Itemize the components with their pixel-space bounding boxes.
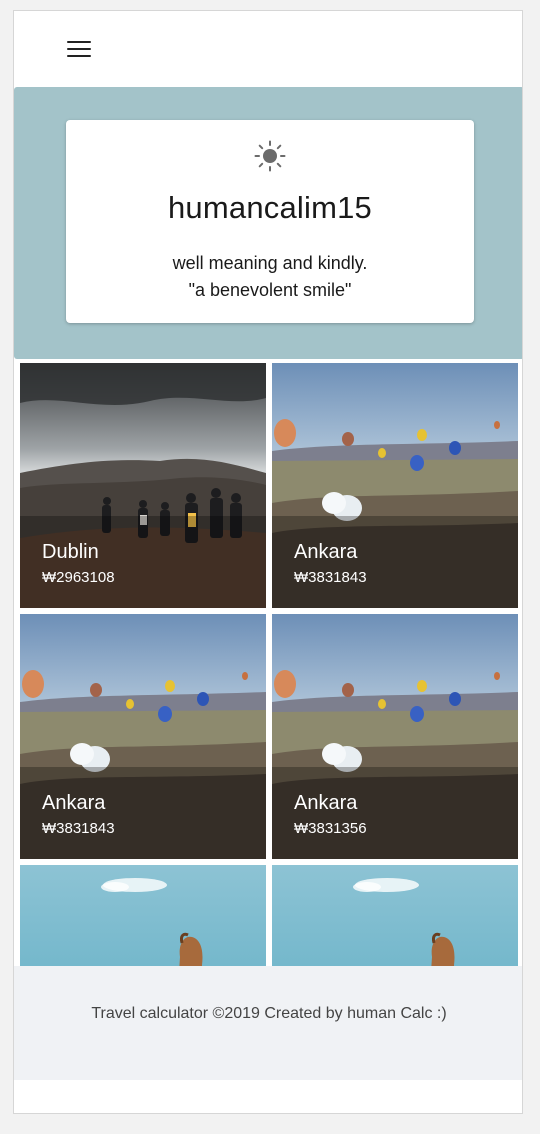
destination-card-ankara[interactable]: Ankara ₩3831843 (20, 614, 266, 859)
page-footer: Travel calculator ©2019 Created by human… (14, 966, 522, 1080)
destination-photo (20, 865, 266, 966)
destination-city: Ankara (42, 792, 106, 814)
sun-icon (254, 140, 286, 172)
destination-card[interactable] (20, 865, 266, 966)
destination-price: ₩3831843 (294, 569, 367, 586)
destination-photo (272, 865, 518, 966)
app-frame: humancalim15 well meaning and kindly. "a… (13, 10, 523, 1114)
destination-grid: Dublin ₩2963108 Ankara ₩3831843 Ankara ₩… (20, 363, 518, 966)
destination-card-ankara[interactable]: Ankara ₩3831843 (272, 363, 518, 608)
profile-username: humancalim15 (167, 190, 372, 225)
destination-city: Ankara (294, 541, 358, 563)
destination-price: ₩3831356 (294, 820, 367, 837)
destination-price: ₩2963108 (42, 569, 115, 586)
destination-price: ₩3831843 (42, 820, 115, 837)
destination-city: Ankara (294, 792, 358, 814)
destination-city: Dublin (42, 541, 99, 563)
hamburger-menu-icon[interactable] (64, 37, 94, 61)
footer-text: Travel calculator ©2019 Created by human… (91, 1005, 447, 1022)
destination-card-dublin[interactable]: Dublin ₩2963108 (20, 363, 266, 608)
profile-card: humancalim15 well meaning and kindly. "a… (66, 120, 474, 323)
destination-card[interactable] (272, 865, 518, 966)
profile-bio-line-2: "a benevolent smile" (188, 280, 352, 300)
profile-bio: well meaning and kindly. "a benevolent s… (66, 250, 474, 304)
destination-card-ankara[interactable]: Ankara ₩3831356 (272, 614, 518, 859)
profile-hero: humancalim15 well meaning and kindly. "a… (14, 87, 522, 359)
top-bar (14, 11, 522, 87)
profile-bio-line-1: well meaning and kindly. (172, 253, 368, 273)
